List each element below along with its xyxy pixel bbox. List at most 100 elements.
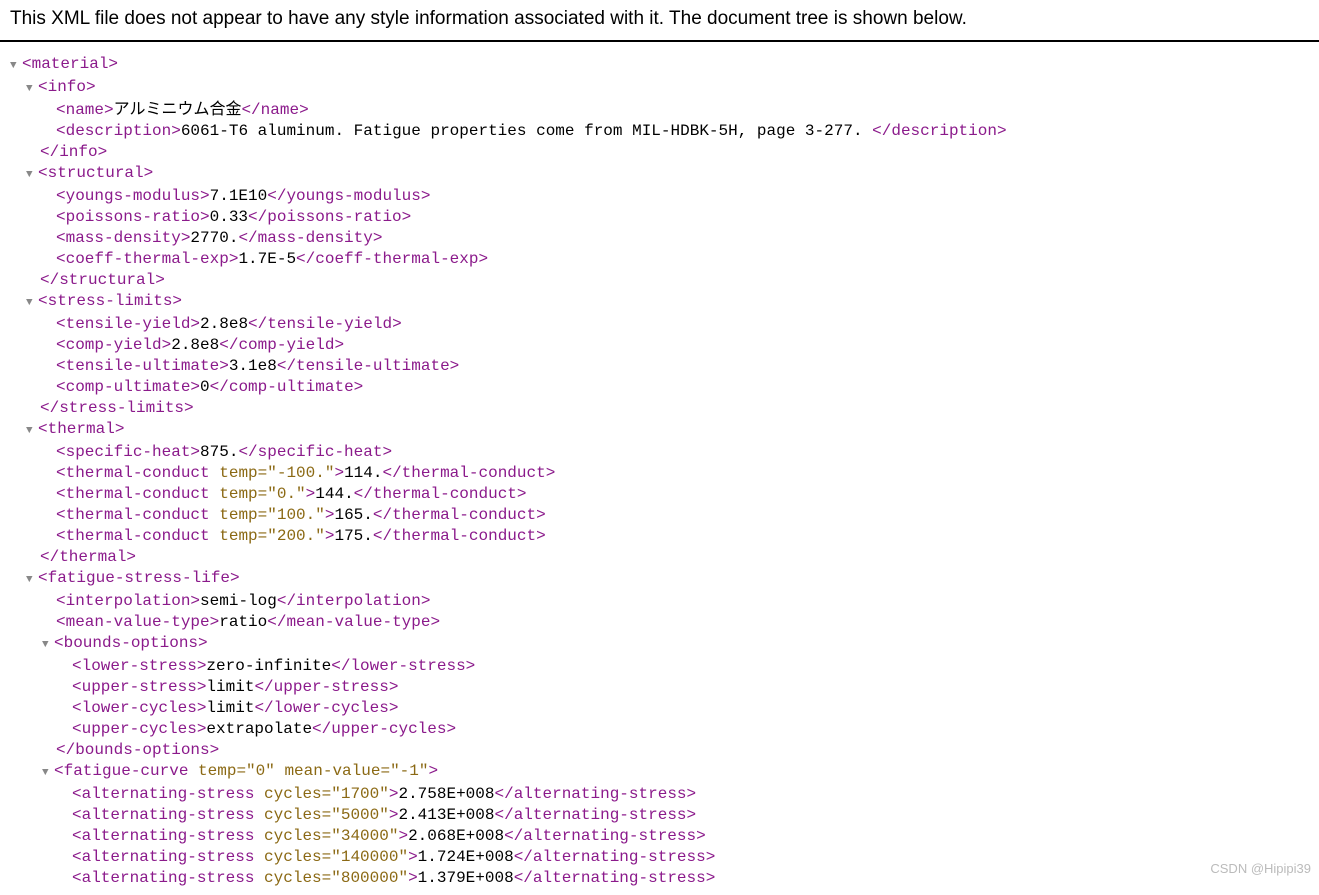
xml-text: limit [206, 699, 254, 717]
xml-line: <description>6061-T6 aluminum. Fatigue p… [42, 121, 1309, 142]
xml-tag-open: <bounds-options> [54, 634, 208, 652]
xml-text: 6061-T6 aluminum. Fatigue properties com… [181, 122, 872, 140]
xml-line: <alternating-stress cycles="5000">2.413E… [58, 805, 1309, 826]
xml-tag-open: <specific-heat> [56, 443, 200, 461]
xml-tag-close: </alternating-stress> [514, 869, 716, 887]
xml-tag-close: </alternating-stress> [494, 785, 696, 803]
xml-tag-open: <comp-yield> [56, 336, 171, 354]
xml-tag-open: <thermal> [38, 420, 124, 438]
xml-text: 1.379E+008 [418, 869, 514, 887]
collapse-arrow-icon[interactable]: ▼ [10, 56, 22, 77]
collapse-arrow-icon[interactable]: ▼ [26, 293, 38, 314]
xml-line: <interpolation>semi-log</interpolation> [42, 591, 1309, 612]
collapse-arrow-icon[interactable]: ▼ [26, 570, 38, 591]
xml-line: <thermal-conduct temp="100.">165.</therm… [42, 505, 1309, 526]
xml-line: <poissons-ratio>0.33</poissons-ratio> [42, 207, 1309, 228]
xml-text: 165. [334, 506, 372, 524]
xml-tag-close: </alternating-stress> [514, 848, 716, 866]
xml-line: ▼<structural> [26, 163, 1309, 186]
xml-tree: ▼<material>▼<info><name>アルミニウム合金</name><… [0, 42, 1319, 895]
xml-line: ▼<fatigue-stress-life> [26, 568, 1309, 591]
xml-tag-close: </comp-ultimate> [210, 378, 364, 396]
xml-line: <specific-heat>875.</specific-heat> [42, 442, 1309, 463]
xml-tag-open-end: > [306, 485, 316, 503]
xml-line: </bounds-options> [42, 740, 1309, 761]
xml-tag-open: <lower-stress> [72, 657, 206, 675]
xml-tag-open: <mean-value-type> [56, 613, 219, 631]
xml-text: 2.8e8 [171, 336, 219, 354]
xml-line: </structural> [26, 270, 1309, 291]
xml-tag-open-end: > [398, 827, 408, 845]
xml-tag-open: <stress-limits> [38, 292, 182, 310]
xml-text: semi-log [200, 592, 277, 610]
xml-tag-open: <poissons-ratio> [56, 208, 210, 226]
xml-tag-open: <upper-cycles> [72, 720, 206, 738]
xml-line: <thermal-conduct temp="0.">144.</thermal… [42, 484, 1309, 505]
xml-tag-open: <alternating-stress [72, 848, 264, 866]
xml-tag-close: </lower-stress> [331, 657, 475, 675]
xml-tag-close: </thermal-conduct> [354, 485, 527, 503]
xml-tag-open-end: > [408, 869, 418, 887]
xml-line: <alternating-stress cycles="1700">2.758E… [58, 784, 1309, 805]
xml-tag-open: <upper-stress> [72, 678, 206, 696]
xml-tag-open: <youngs-modulus> [56, 187, 210, 205]
xml-tag-close: </alternating-stress> [504, 827, 706, 845]
xml-text: zero-infinite [206, 657, 331, 675]
collapse-arrow-icon[interactable]: ▼ [26, 79, 38, 100]
collapse-arrow-icon[interactable]: ▼ [42, 763, 54, 784]
xml-tag-close: </upper-stress> [254, 678, 398, 696]
xml-line: <alternating-stress cycles="140000">1.72… [58, 847, 1309, 868]
xml-text: extrapolate [206, 720, 312, 738]
xml-attribute: cycles="1700" [264, 785, 389, 803]
watermark: CSDN @Hipipi39 [1210, 861, 1311, 876]
xml-tag-close: </thermal-conduct> [373, 527, 546, 545]
xml-line: </info> [26, 142, 1309, 163]
xml-tag-open: </stress-limits> [40, 399, 194, 417]
collapse-arrow-icon[interactable]: ▼ [42, 635, 54, 656]
xml-tag-open: <fatigue-curve [54, 762, 198, 780]
xml-text: 1.724E+008 [418, 848, 514, 866]
xml-line: <thermal-conduct temp="-100.">114.</ther… [42, 463, 1309, 484]
xml-tag-open-end: > [408, 848, 418, 866]
xml-tag-close: </alternating-stress> [494, 806, 696, 824]
xml-text: アルミニウム合金 [114, 101, 242, 119]
xml-line: <thermal-conduct temp="200.">175.</therm… [42, 526, 1309, 547]
xml-tag-open: <description> [56, 122, 181, 140]
xml-tag-open: <thermal-conduct [56, 506, 219, 524]
xml-text: 144. [315, 485, 353, 503]
xml-line: <mean-value-type>ratio</mean-value-type> [42, 612, 1309, 633]
xml-text: 0.33 [210, 208, 248, 226]
xml-text: 2.758E+008 [398, 785, 494, 803]
xml-line: ▼<bounds-options> [42, 633, 1309, 656]
xml-line: </thermal> [26, 547, 1309, 568]
xml-tag-open: <alternating-stress [72, 785, 264, 803]
xml-tag-open: <tensile-yield> [56, 315, 200, 333]
xml-text: 2.068E+008 [408, 827, 504, 845]
xml-text: 7.1E10 [210, 187, 268, 205]
xml-line: ▼<thermal> [26, 419, 1309, 442]
xml-line: <tensile-ultimate>3.1e8</tensile-ultimat… [42, 356, 1309, 377]
xml-tag-open-end: > [428, 762, 438, 780]
xml-tag-open: <alternating-stress [72, 806, 264, 824]
xml-line: <comp-yield>2.8e8</comp-yield> [42, 335, 1309, 356]
xml-line: <lower-cycles>limit</lower-cycles> [58, 698, 1309, 719]
xml-tag-open: <fatigue-stress-life> [38, 569, 240, 587]
xml-text: 875. [200, 443, 238, 461]
xml-tag-open: <tensile-ultimate> [56, 357, 229, 375]
xml-attribute: cycles="5000" [264, 806, 389, 824]
xml-text: 0 [200, 378, 210, 396]
xml-text: ratio [219, 613, 267, 631]
collapse-arrow-icon[interactable]: ▼ [26, 421, 38, 442]
xml-tag-open: <name> [56, 101, 114, 119]
collapse-arrow-icon[interactable]: ▼ [26, 165, 38, 186]
xml-tag-close: </poissons-ratio> [248, 208, 411, 226]
xml-tag-close: </tensile-yield> [248, 315, 402, 333]
xml-line: </stress-limits> [26, 398, 1309, 419]
xml-line: <comp-ultimate>0</comp-ultimate> [42, 377, 1309, 398]
xml-attribute: temp="0." [219, 485, 305, 503]
xml-tag-open: <thermal-conduct [56, 527, 219, 545]
xml-tag-open: </info> [40, 143, 107, 161]
xml-tag-close: </thermal-conduct> [382, 464, 555, 482]
xml-attribute: cycles="800000" [264, 869, 408, 887]
xml-line: <coeff-thermal-exp>1.7E-5</coeff-thermal… [42, 249, 1309, 270]
